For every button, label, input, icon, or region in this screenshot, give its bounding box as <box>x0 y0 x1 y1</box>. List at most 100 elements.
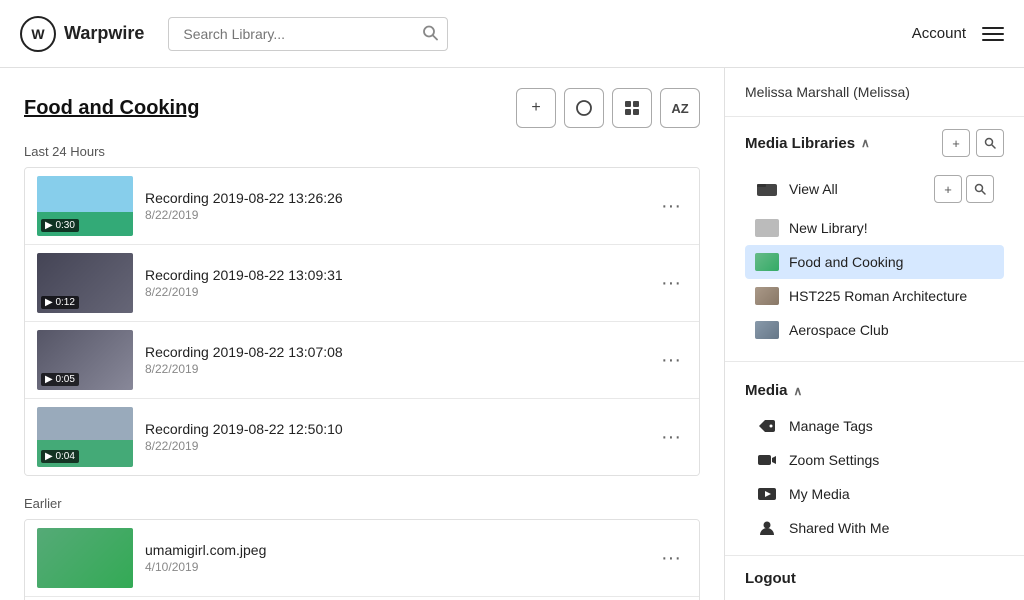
search-wrap <box>168 17 448 51</box>
chevron-up-icon: ∧ <box>861 136 870 150</box>
chevron-up-icon: ∧ <box>794 384 803 398</box>
menu-line <box>982 39 1004 41</box>
recent-media-list: ▶ 0:30 Recording 2019-08-22 13:26:26 8/2… <box>24 167 700 476</box>
media-info: Recording 2019-08-22 12:50:10 8/22/2019 <box>145 421 643 453</box>
media-header: Media ∧ <box>745 382 1004 399</box>
sidebar: Melissa Marshall (Melissa) Media Librari… <box>724 68 1024 600</box>
thumbnail <box>37 528 133 588</box>
content-header: Food and Cooking + AZ <box>24 88 700 128</box>
logo-area: W Warpwire <box>20 16 144 52</box>
library-thumbnail <box>755 253 779 271</box>
add-button[interactable]: + <box>516 88 556 128</box>
person-icon <box>755 519 779 537</box>
main-layout: Food and Cooking + AZ Last 24 Hours ▶ 0:… <box>0 68 1024 600</box>
library-thumbnail <box>755 287 779 305</box>
search-view-all-button[interactable] <box>966 175 994 203</box>
logout-section: Logout <box>725 555 1024 600</box>
divider <box>725 361 1024 362</box>
more-options-button[interactable]: ··· <box>655 542 687 574</box>
section-header-left: Media Libraries ∧ <box>745 135 870 152</box>
filter-button[interactable] <box>564 88 604 128</box>
menu-line <box>982 33 1004 35</box>
sidebar-item-new-library[interactable]: New Library! <box>745 211 1004 245</box>
play-icon <box>755 485 779 503</box>
logo-icon: W <box>20 16 56 52</box>
media-info: Recording 2019-08-22 13:26:26 8/22/2019 <box>145 190 643 222</box>
sidebar-item-aerospace-club[interactable]: Aerospace Club <box>745 313 1004 347</box>
sidebar-item-label: HST225 Roman Architecture <box>789 288 967 304</box>
search-library-button[interactable] <box>976 129 1004 157</box>
earlier-section-label: Earlier <box>24 496 700 511</box>
media-date: 8/22/2019 <box>145 362 643 376</box>
table-row: ▶ 0:04 Recording 2019-08-22 12:50:10 8/2… <box>25 399 699 475</box>
sidebar-item-my-media[interactable]: My Media <box>745 477 1004 511</box>
sidebar-item-shared-with-me[interactable]: Shared With Me <box>745 511 1004 545</box>
account-link[interactable]: Account <box>912 25 966 42</box>
hamburger-menu-button[interactable] <box>982 27 1004 41</box>
media-info: Recording 2019-08-22 13:09:31 8/22/2019 <box>145 267 643 299</box>
media-libraries-header: Media Libraries ∧ + <box>745 129 1004 157</box>
sidebar-item-zoom-settings[interactable]: Zoom Settings <box>745 443 1004 477</box>
add-to-view-all-button[interactable]: + <box>934 175 962 203</box>
add-library-button[interactable]: + <box>942 129 970 157</box>
duration-badge: ▶ 0:30 <box>41 219 79 232</box>
search-input[interactable] <box>168 17 448 51</box>
library-thumbnail <box>755 321 779 339</box>
tag-icon <box>755 417 779 435</box>
grid-button[interactable] <box>612 88 652 128</box>
duration-badge: ▶ 0:04 <box>41 450 79 463</box>
media-libraries-section: Media Libraries ∧ + View All + <box>725 117 1024 353</box>
media-name: Recording 2019-08-22 13:26:26 <box>145 190 643 206</box>
thumbnail: ▶ 0:04 <box>37 407 133 467</box>
media-date: 4/10/2019 <box>145 560 643 574</box>
table-row: ▶ 0:05 Recording 2019-08-22 13:07:08 8/2… <box>25 322 699 399</box>
sidebar-item-actions: + <box>934 175 994 203</box>
library-thumbnail <box>755 219 779 237</box>
media-name: umamigirl.com.jpeg <box>145 542 643 558</box>
sidebar-item-label: View All <box>789 181 838 197</box>
sidebar-item-manage-tags[interactable]: Manage Tags <box>745 409 1004 443</box>
thumbnail: ▶ 0:12 <box>37 253 133 313</box>
recent-section-label: Last 24 Hours <box>24 144 700 159</box>
media-libraries-label: Media Libraries <box>745 135 855 152</box>
header: W Warpwire Account <box>0 0 1024 68</box>
logout-button[interactable]: Logout <box>745 570 796 587</box>
earlier-media-list: umamigirl.com.jpeg 4/10/2019 ··· ▶ 1:35 … <box>24 519 700 600</box>
sidebar-item-label: My Media <box>789 486 850 502</box>
header-right: Account <box>912 25 1004 42</box>
thumbnail: ▶ 0:05 <box>37 330 133 390</box>
search-button[interactable] <box>422 24 438 43</box>
logo-name: Warpwire <box>64 23 144 44</box>
table-row: umamigirl.com.jpeg 4/10/2019 ··· <box>25 520 699 597</box>
toolbar: + AZ <box>516 88 700 128</box>
table-row: ▶ 0:12 Recording 2019-08-22 13:09:31 8/2… <box>25 245 699 322</box>
menu-line <box>982 27 1004 29</box>
media-name: Recording 2019-08-22 13:07:08 <box>145 344 643 360</box>
sidebar-item-label: Aerospace Club <box>789 322 889 338</box>
sort-az-button[interactable]: AZ <box>660 88 700 128</box>
thumbnail: ▶ 0:30 <box>37 176 133 236</box>
table-row: ▶ 0:30 Recording 2019-08-22 13:26:26 8/2… <box>25 168 699 245</box>
more-options-button[interactable]: ··· <box>655 267 687 299</box>
duration-badge: ▶ 0:05 <box>41 373 79 386</box>
media-date: 8/22/2019 <box>145 439 643 453</box>
video-icon <box>755 451 779 469</box>
sidebar-user: Melissa Marshall (Melissa) <box>725 68 1024 117</box>
duration-badge: ▶ 0:12 <box>41 296 79 309</box>
sidebar-item-view-all[interactable]: View All + <box>745 167 1004 211</box>
more-options-button[interactable]: ··· <box>655 421 687 453</box>
media-info: Recording 2019-08-22 13:07:08 8/22/2019 <box>145 344 643 376</box>
more-options-button[interactable]: ··· <box>655 190 687 222</box>
media-section: Media ∧ Manage Tags Zoom Settings <box>725 370 1024 551</box>
sidebar-item-roman-architecture[interactable]: HST225 Roman Architecture <box>745 279 1004 313</box>
section-actions: + <box>942 129 1004 157</box>
sidebar-item-label: Manage Tags <box>789 418 873 434</box>
more-options-button[interactable]: ··· <box>655 344 687 376</box>
media-date: 8/22/2019 <box>145 208 643 222</box>
content-area: Food and Cooking + AZ Last 24 Hours ▶ 0:… <box>0 68 724 600</box>
sidebar-item-food-cooking[interactable]: Food and Cooking <box>745 245 1004 279</box>
media-date: 8/22/2019 <box>145 285 643 299</box>
sidebar-item-label: Shared With Me <box>789 520 889 536</box>
sidebar-item-label: Food and Cooking <box>789 254 903 270</box>
media-info: umamigirl.com.jpeg 4/10/2019 <box>145 542 643 574</box>
